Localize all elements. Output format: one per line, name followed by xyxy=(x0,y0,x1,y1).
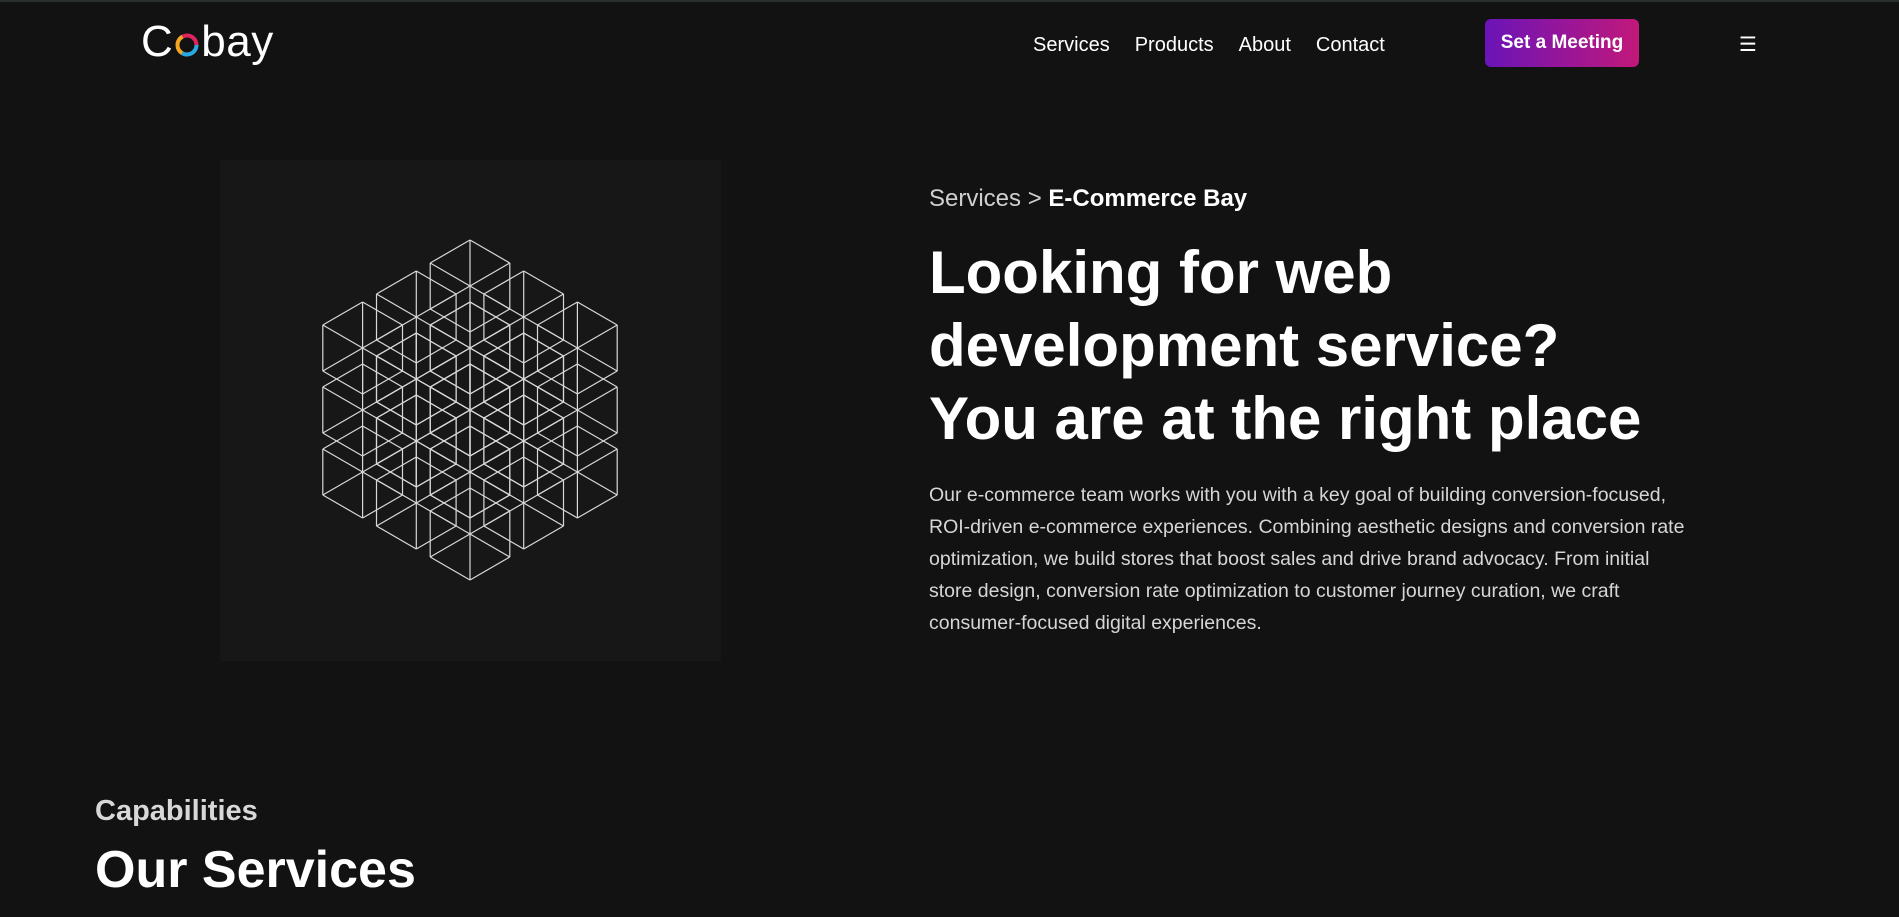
cube-edge xyxy=(376,270,417,295)
breadcrumb-current: E-Commerce Bay xyxy=(1048,185,1248,212)
nav-contact[interactable]: Contact xyxy=(1316,32,1385,58)
hero-title: Looking for web development service? You… xyxy=(929,236,1689,455)
cube-edge xyxy=(322,324,363,349)
cobay-logo[interactable]: C bay xyxy=(141,16,274,68)
nav-products[interactable]: Products xyxy=(1135,32,1214,58)
breadcrumb-services[interactable]: Services xyxy=(929,185,1021,212)
hero-title-line: development service? xyxy=(929,312,1560,379)
capabilities-label: Capabilities xyxy=(95,795,258,827)
cube-edge xyxy=(469,556,511,581)
nav-services[interactable]: Services xyxy=(1033,32,1110,58)
wireframe-cubes-icon xyxy=(322,239,618,581)
cube-edge xyxy=(322,494,363,519)
cube-edge xyxy=(322,471,363,496)
cube-edge xyxy=(523,270,564,295)
hero-description: Our e-commerce team works with you with … xyxy=(929,484,1685,634)
main-nav: Services Products About Contact xyxy=(1033,32,1385,58)
breadcrumb-separator: > xyxy=(1027,185,1042,212)
breadcrumb: Services > E-Commerce Bay xyxy=(929,184,1247,214)
logo-ring-icon xyxy=(175,33,199,57)
cube-edge xyxy=(376,525,417,550)
set-meeting-button[interactable]: Set a Meeting xyxy=(1485,19,1639,67)
top-border xyxy=(0,0,1899,2)
cube-edge xyxy=(429,239,471,264)
cube-edge xyxy=(577,471,618,496)
cube-edge xyxy=(523,525,564,550)
hero-title-line: You are at the right place xyxy=(929,385,1642,452)
cube-edge xyxy=(322,301,363,326)
hamburger-menu-icon[interactable]: ☰ xyxy=(1737,33,1759,55)
nav-about[interactable]: About xyxy=(1239,32,1291,58)
cube-edge xyxy=(577,301,618,326)
section-title-our-services: Our Services xyxy=(95,841,416,899)
hero-illustration xyxy=(220,160,721,661)
cube-edge xyxy=(577,494,618,519)
cube-edge xyxy=(577,324,618,349)
logo-letter-c: C xyxy=(141,17,174,66)
cube-edge xyxy=(469,239,511,264)
logo-text: C bay xyxy=(141,16,274,68)
hero-title-line: Looking for web xyxy=(929,239,1393,306)
cube-edge xyxy=(429,556,471,581)
logo-letters-bay: bay xyxy=(201,17,274,66)
